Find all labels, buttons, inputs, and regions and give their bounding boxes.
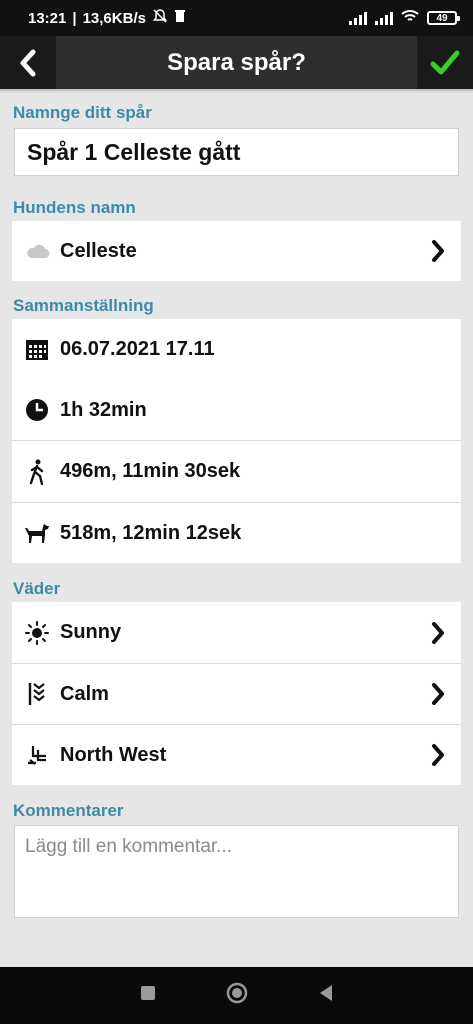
status-left: 13:21 | 13,6KB/s (28, 8, 186, 28)
back-button[interactable] (0, 36, 56, 89)
weather-condition: Sunny (60, 621, 122, 643)
dog-icon (24, 520, 50, 546)
track-name-input[interactable]: Spår 1 Celleste gått (14, 128, 459, 176)
back-nav-button[interactable] (318, 984, 334, 1007)
summary-duration-row: 1h 32min (12, 380, 461, 440)
chevron-right-icon (427, 681, 449, 707)
summary-duration: 1h 32min (60, 398, 147, 421)
wind-strength-icon (24, 681, 50, 707)
check-icon (430, 50, 460, 74)
summary-date: 06.07.2021 17.11 (60, 338, 215, 360)
summary-walker-row: 496m, 11min 30sek (12, 440, 461, 502)
page-title: Spara spår? (167, 48, 306, 76)
appbar-shadow (0, 89, 473, 93)
weather-wind-row[interactable]: Calm (12, 663, 461, 724)
trash-status-icon (174, 9, 186, 27)
save-confirm-button[interactable] (417, 36, 473, 89)
status-time: 13:21 (28, 9, 67, 27)
system-nav-bar (0, 967, 473, 1024)
clock-icon (24, 397, 50, 423)
weather-condition-row[interactable]: Sunny (12, 602, 461, 663)
dog-name-label: Hundens namn (13, 198, 136, 217)
summary-card: 06.07.2021 17.11 1h 32min 496m, 11min 30… (12, 319, 461, 563)
summary-label: Sammanställning (13, 296, 154, 315)
signal-icon (349, 11, 367, 25)
weather-direction-row[interactable]: North West (12, 724, 461, 785)
chevron-right-icon (427, 742, 449, 768)
sun-icon (24, 620, 50, 646)
app-bar: Spara spår? (0, 36, 473, 89)
status-bar: 13:21 | 13,6KB/s 49 (0, 0, 473, 36)
summary-dog: 518m, 12min 12sek (60, 521, 242, 544)
cloud-icon (24, 238, 50, 264)
signal-icon-2 (375, 11, 393, 25)
status-right: 49 (349, 9, 460, 27)
mute-bell-icon (152, 8, 168, 28)
recents-button[interactable] (140, 985, 156, 1006)
battery-level: 49 (436, 12, 448, 24)
comments-label: Kommentarer (13, 801, 124, 820)
home-button[interactable] (226, 982, 248, 1009)
status-separator: | (72, 9, 77, 27)
dog-name-value: Celleste (60, 239, 137, 262)
dog-card: Celleste (12, 221, 461, 281)
comment-input[interactable]: Lägg till en kommentar... (14, 825, 459, 918)
weather-direction: North West (60, 743, 167, 766)
wifi-icon (401, 9, 419, 27)
chevron-right-icon (427, 238, 449, 264)
summary-dog-row: 518m, 12min 12sek (12, 502, 461, 563)
dog-select-row[interactable]: Celleste (12, 221, 461, 281)
chevron-right-icon (427, 620, 449, 646)
weather-wind: Calm (60, 682, 109, 705)
battery-icon: 49 (427, 11, 460, 25)
chevron-left-icon (20, 49, 36, 76)
summary-walker: 496m, 11min 30sek (60, 460, 241, 482)
weather-card: Sunny Calm North West (12, 602, 461, 785)
wind-direction-icon (24, 742, 50, 768)
walking-person-icon (24, 459, 50, 485)
track-name-label: Namnge ditt spår (13, 103, 152, 122)
status-speed: 13,6KB/s (82, 9, 146, 27)
weather-label: Väder (13, 579, 61, 598)
summary-date-row: 06.07.2021 17.11 (12, 319, 461, 380)
calendar-icon (24, 337, 50, 363)
